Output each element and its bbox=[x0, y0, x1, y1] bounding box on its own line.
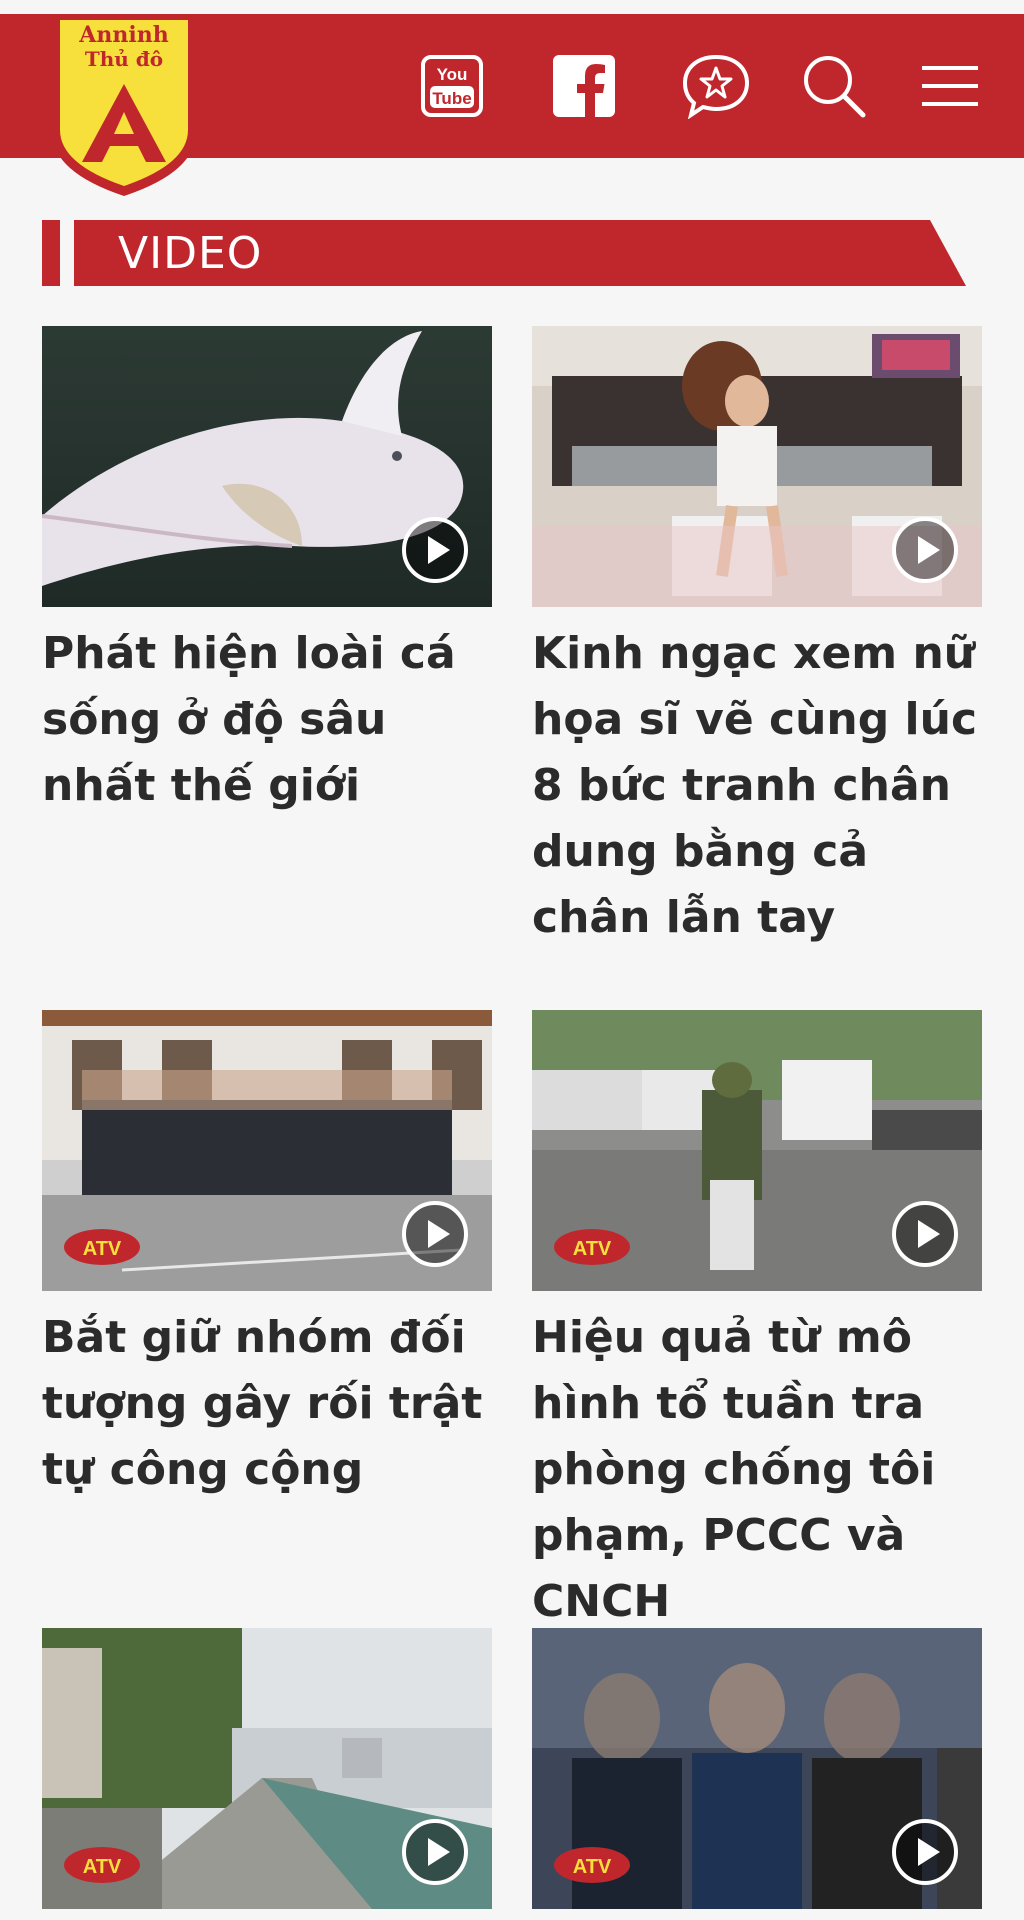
video-card[interactable]: Kinh ngạc xem nữ họa sĩ vẽ cùng lúc 8 bứ… bbox=[532, 326, 982, 951]
atv-watermark: ATV bbox=[64, 1847, 140, 1883]
play-icon[interactable] bbox=[890, 515, 960, 585]
play-icon[interactable] bbox=[400, 1817, 470, 1887]
atv-watermark: ATV bbox=[554, 1847, 630, 1883]
youtube-text-bottom: Tube bbox=[432, 89, 471, 108]
video-title[interactable]: Bắt giữ nhóm đối tượng gây rối trật tự c… bbox=[42, 1305, 492, 1503]
logo-text-mid: Thủ đô bbox=[85, 47, 163, 71]
atv-watermark: ATV bbox=[64, 1229, 140, 1265]
atv-watermark: ATV bbox=[554, 1229, 630, 1265]
atv-watermark-text: ATV bbox=[573, 1856, 612, 1878]
atv-watermark-text: ATV bbox=[83, 1856, 122, 1878]
video-title[interactable]: Hiệu quả từ mô hình tổ tuần tra phòng ch… bbox=[532, 1305, 982, 1635]
video-card[interactable]: ATV bbox=[532, 1628, 982, 1909]
video-card[interactable]: Phát hiện loài cá sống ở độ sâu nhất thế… bbox=[42, 326, 492, 819]
video-title[interactable]: Phát hiện loài cá sống ở độ sâu nhất thế… bbox=[42, 621, 492, 819]
video-thumbnail[interactable] bbox=[42, 326, 492, 607]
logo-text-top: Anninh bbox=[78, 22, 168, 48]
section-title: VIDEO bbox=[118, 228, 263, 279]
video-card[interactable]: ATV bbox=[42, 1628, 492, 1909]
video-thumbnail[interactable] bbox=[532, 326, 982, 607]
video-title[interactable]: Kinh ngạc xem nữ họa sĩ vẽ cùng lúc 8 bứ… bbox=[532, 621, 982, 951]
youtube-icon[interactable]: You Tube bbox=[414, 48, 490, 124]
menu-icon[interactable] bbox=[912, 48, 988, 124]
youtube-text-top: You bbox=[437, 65, 468, 84]
play-icon[interactable] bbox=[890, 1817, 960, 1887]
play-icon[interactable] bbox=[400, 1199, 470, 1269]
atv-watermark-text: ATV bbox=[83, 1238, 122, 1260]
search-icon[interactable] bbox=[796, 48, 872, 124]
video-thumbnail[interactable]: ATV bbox=[42, 1628, 492, 1909]
atv-watermark-text: ATV bbox=[573, 1238, 612, 1260]
chat-star-icon[interactable] bbox=[678, 48, 754, 124]
facebook-icon[interactable] bbox=[546, 48, 622, 124]
video-thumbnail[interactable]: ATV bbox=[532, 1010, 982, 1291]
play-icon[interactable] bbox=[890, 1199, 960, 1269]
video-card[interactable]: ATV Hiệu quả từ mô hình tổ tuần tra phòn… bbox=[532, 1010, 982, 1635]
video-thumbnail[interactable]: ATV bbox=[42, 1010, 492, 1291]
site-logo[interactable]: Anninh Thủ đô bbox=[48, 12, 200, 198]
video-thumbnail[interactable]: ATV bbox=[532, 1628, 982, 1909]
play-icon[interactable] bbox=[400, 515, 470, 585]
video-card[interactable]: ATV Bắt giữ nhóm đối tượng gây rối trật … bbox=[42, 1010, 492, 1503]
